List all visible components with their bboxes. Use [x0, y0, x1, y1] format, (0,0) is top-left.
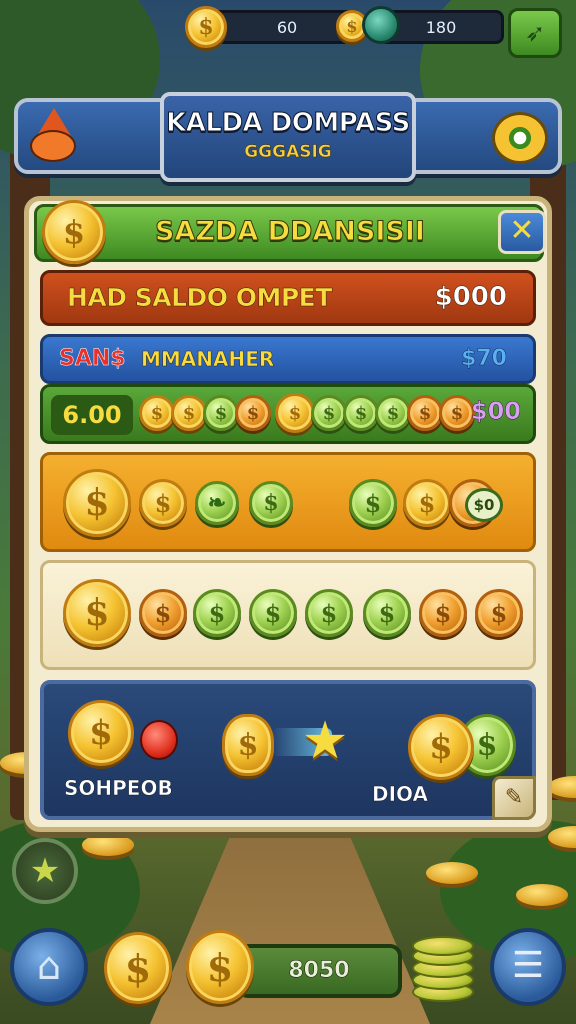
coin-icon: $: [42, 200, 106, 264]
coin-icon: $: [408, 714, 474, 780]
close-button[interactable]: ✕: [498, 210, 546, 254]
coin-icon: $: [139, 395, 175, 431]
coin-strip-label: 6.00: [51, 395, 133, 435]
balance-row[interactable]: HAD SALDO OMPET $000: [40, 270, 536, 326]
green-coin-icon: $: [249, 589, 297, 637]
coin-icon: $: [68, 700, 134, 766]
ruby-icon: [140, 720, 178, 760]
coin-icon: $: [275, 393, 315, 433]
coin-strip-row[interactable]: 6.00 $ $ $ $ $ $ $ $ $ $ $00: [40, 384, 536, 444]
coin-strip: $ $ $ $ $ $ $ $ $ $: [139, 393, 475, 433]
menu-icon: ☰: [511, 945, 545, 986]
orange-coin-icon: $: [439, 395, 475, 431]
bottom-counter-value: 8050: [288, 958, 350, 984]
exchange-row[interactable]: $ $ ★ $ $ SOHPEOB DIOA ✎: [40, 680, 536, 820]
coin-icon: $: [186, 930, 254, 1004]
green-coin-icon: $: [249, 481, 293, 525]
close-icon: ✕: [509, 213, 535, 248]
ground-coin: [82, 834, 134, 856]
home-button[interactable]: ⌂: [10, 928, 88, 1006]
coin-icon: $: [403, 479, 451, 527]
balance-label: HAD SALDO OMPET: [67, 283, 333, 313]
green-coin-icon: $: [203, 395, 239, 431]
mascot-avatar[interactable]: [26, 108, 80, 164]
ground-coin: [516, 884, 568, 906]
green-coin-icon: $: [311, 395, 347, 431]
page-title: KALDA DOMPASS: [166, 108, 411, 139]
coin-strip-value: $00: [470, 397, 522, 426]
shop-button[interactable]: ➶: [508, 8, 562, 58]
orange-coin-icon: $: [475, 589, 523, 637]
orange-coin-icon: $: [419, 589, 467, 637]
gold-coins-value: $0: [465, 488, 503, 522]
coin-icon: $: [63, 579, 131, 647]
leaf-icon: ❧: [195, 481, 239, 525]
gem-icon: [362, 6, 400, 44]
tag-icon: ➶: [524, 19, 546, 47]
corner-action-button[interactable]: ✎: [492, 776, 536, 820]
star-icon: ★: [301, 711, 349, 771]
exchange-label-right: DIOA: [372, 782, 429, 807]
orange-coin-icon: $: [139, 589, 187, 637]
green-coin-icon: $: [305, 589, 353, 637]
page-subtitle: GGGASIG: [244, 142, 332, 163]
coin-icon: $: [222, 714, 274, 776]
coin-counter-value: 60: [276, 17, 298, 37]
green-coin-icon: $: [343, 395, 379, 431]
coin-icon: $: [63, 469, 131, 537]
manager-row[interactable]: SAN$ MMANAHER $70: [40, 334, 536, 384]
bottom-coin-counter: 8050: [236, 944, 402, 998]
face-icon: [30, 130, 76, 162]
green-coin-icon: $: [193, 589, 241, 637]
gold-coins-row[interactable]: $ $ ❧ $ $ $ $ $0: [40, 452, 536, 552]
home-icon: ⌂: [36, 944, 62, 988]
coin-icon: $: [104, 932, 172, 1004]
coin-line: $ $ ❧ $ $ $ $: [63, 469, 497, 537]
star-icon: ★: [29, 851, 61, 891]
pencil-icon: ✎: [504, 785, 524, 810]
menu-button[interactable]: ☰: [490, 928, 566, 1006]
coin-disk: [412, 936, 474, 956]
top-resource-bar: 60 $ 180 $ ➶: [0, 0, 576, 60]
manager-label: MMANAHER: [141, 347, 275, 372]
target-button[interactable]: [492, 112, 548, 164]
header-title-box: KALDA DOMPASS GGGASIG: [160, 92, 416, 182]
coin-stack-icon[interactable]: [412, 936, 474, 1002]
balance-value: $000: [434, 282, 507, 313]
coin-icon: $: [139, 479, 187, 527]
orange-coin-icon: $: [235, 395, 271, 431]
ground-coin: [426, 862, 478, 884]
mixed-coins-row[interactable]: $ $ $ $ $ $ $ $: [40, 560, 536, 670]
coin-line: $ $ $ $ $ $ $ $: [63, 579, 523, 647]
orange-coin-icon: $: [407, 395, 443, 431]
coin-icon: $: [171, 395, 207, 431]
exchange-label-left: SOHPEOB: [64, 776, 173, 801]
manager-tag: SAN$: [59, 346, 126, 372]
green-coin-icon: $: [375, 395, 411, 431]
manager-value: $70: [461, 346, 507, 372]
green-coin-icon: $: [363, 589, 411, 637]
panel-title: SAZDA DDANSISII: [155, 216, 426, 248]
gem-counter-value: 180: [425, 17, 457, 37]
coin-icon: $: [185, 6, 227, 48]
favorites-button[interactable]: ★: [12, 838, 78, 904]
green-coin-icon: $: [349, 479, 397, 527]
